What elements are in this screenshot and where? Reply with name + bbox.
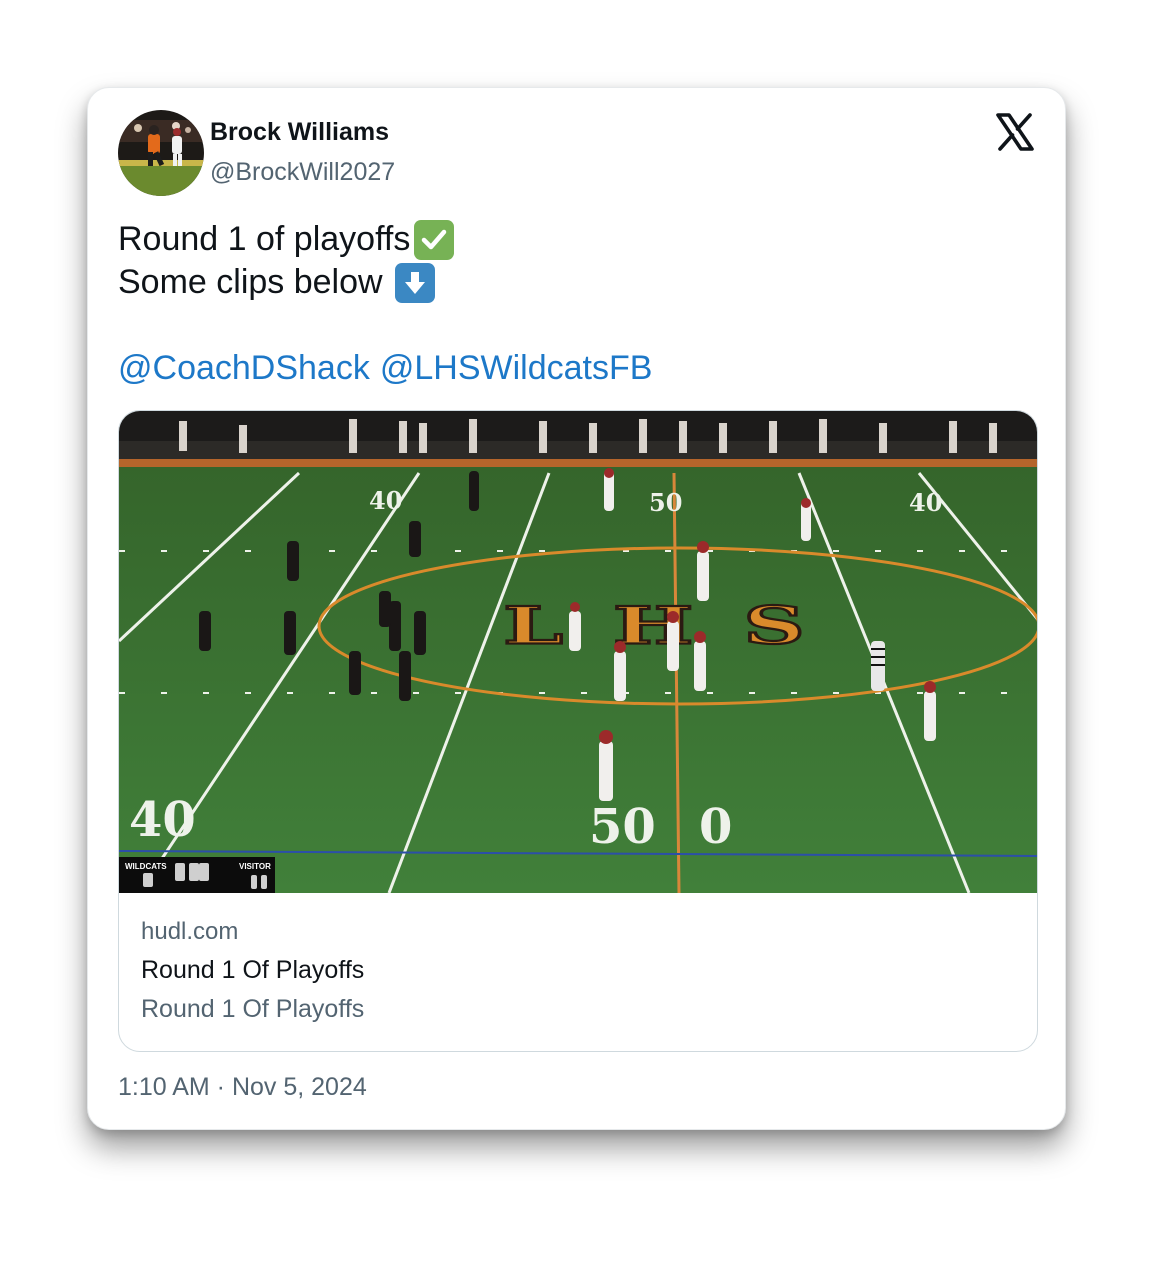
link-card-meta: hudl.com Round 1 Of Playoffs Round 1 Of … (141, 911, 1011, 1029)
tweet-timestamp[interactable]: 1:10 AM · Nov 5, 2024 (118, 1073, 367, 1102)
tweet-line-1: Round 1 of playoffs (118, 218, 1018, 261)
scoreboard-home-label: WILDCATS (125, 862, 167, 871)
link-preview-card[interactable]: LHS 40 50 40 40 50 0 WILDCATS VISITOR hu… (118, 410, 1038, 1052)
yard-number-bottom-left: 40 (129, 792, 196, 848)
yard-number-top-right: 40 (909, 488, 942, 517)
author-handle[interactable]: @BrockWill2027 (210, 158, 395, 187)
avatar[interactable] (118, 110, 204, 196)
avatar-image (118, 110, 204, 196)
link-card-title: Round 1 Of Playoffs (141, 956, 365, 984)
author-name[interactable]: Brock Williams (210, 118, 389, 147)
tweet-line-2-text: Some clips below (118, 263, 383, 301)
mention-coach-link[interactable]: @CoachDShack (118, 347, 370, 390)
mention-team-link[interactable]: @LHSWildcatsFB (380, 347, 653, 390)
tweet-text: Round 1 of playoffs Some clips below @Co… (118, 218, 1018, 390)
video-thumbnail[interactable]: LHS 40 50 40 40 50 0 WILDCATS VISITOR (119, 411, 1037, 893)
yard-number-bottom-center: 50 (589, 799, 656, 855)
mentions: @CoachDShack @LHSWildcatsFB (118, 347, 1018, 390)
tweet-card[interactable]: Brock Williams @BrockWill2027 Round 1 of… (87, 87, 1066, 1130)
check-mark-icon (414, 219, 455, 260)
down-arrow-icon (394, 262, 435, 303)
yard-number-top-center: 50 (649, 488, 682, 517)
link-card-description: Round 1 Of Playoffs (141, 995, 365, 1023)
x-logo-icon[interactable] (995, 112, 1035, 152)
scoreboard-visitor-label: VISITOR (239, 862, 271, 871)
tweet-line-1-text: Round 1 of playoffs (118, 220, 411, 258)
yard-number-bottom-right: 0 (699, 799, 732, 855)
link-card-domain: hudl.com (141, 918, 239, 945)
tweet-line-2: Some clips below (118, 261, 1018, 304)
yard-number-top-left: 40 (369, 486, 402, 515)
